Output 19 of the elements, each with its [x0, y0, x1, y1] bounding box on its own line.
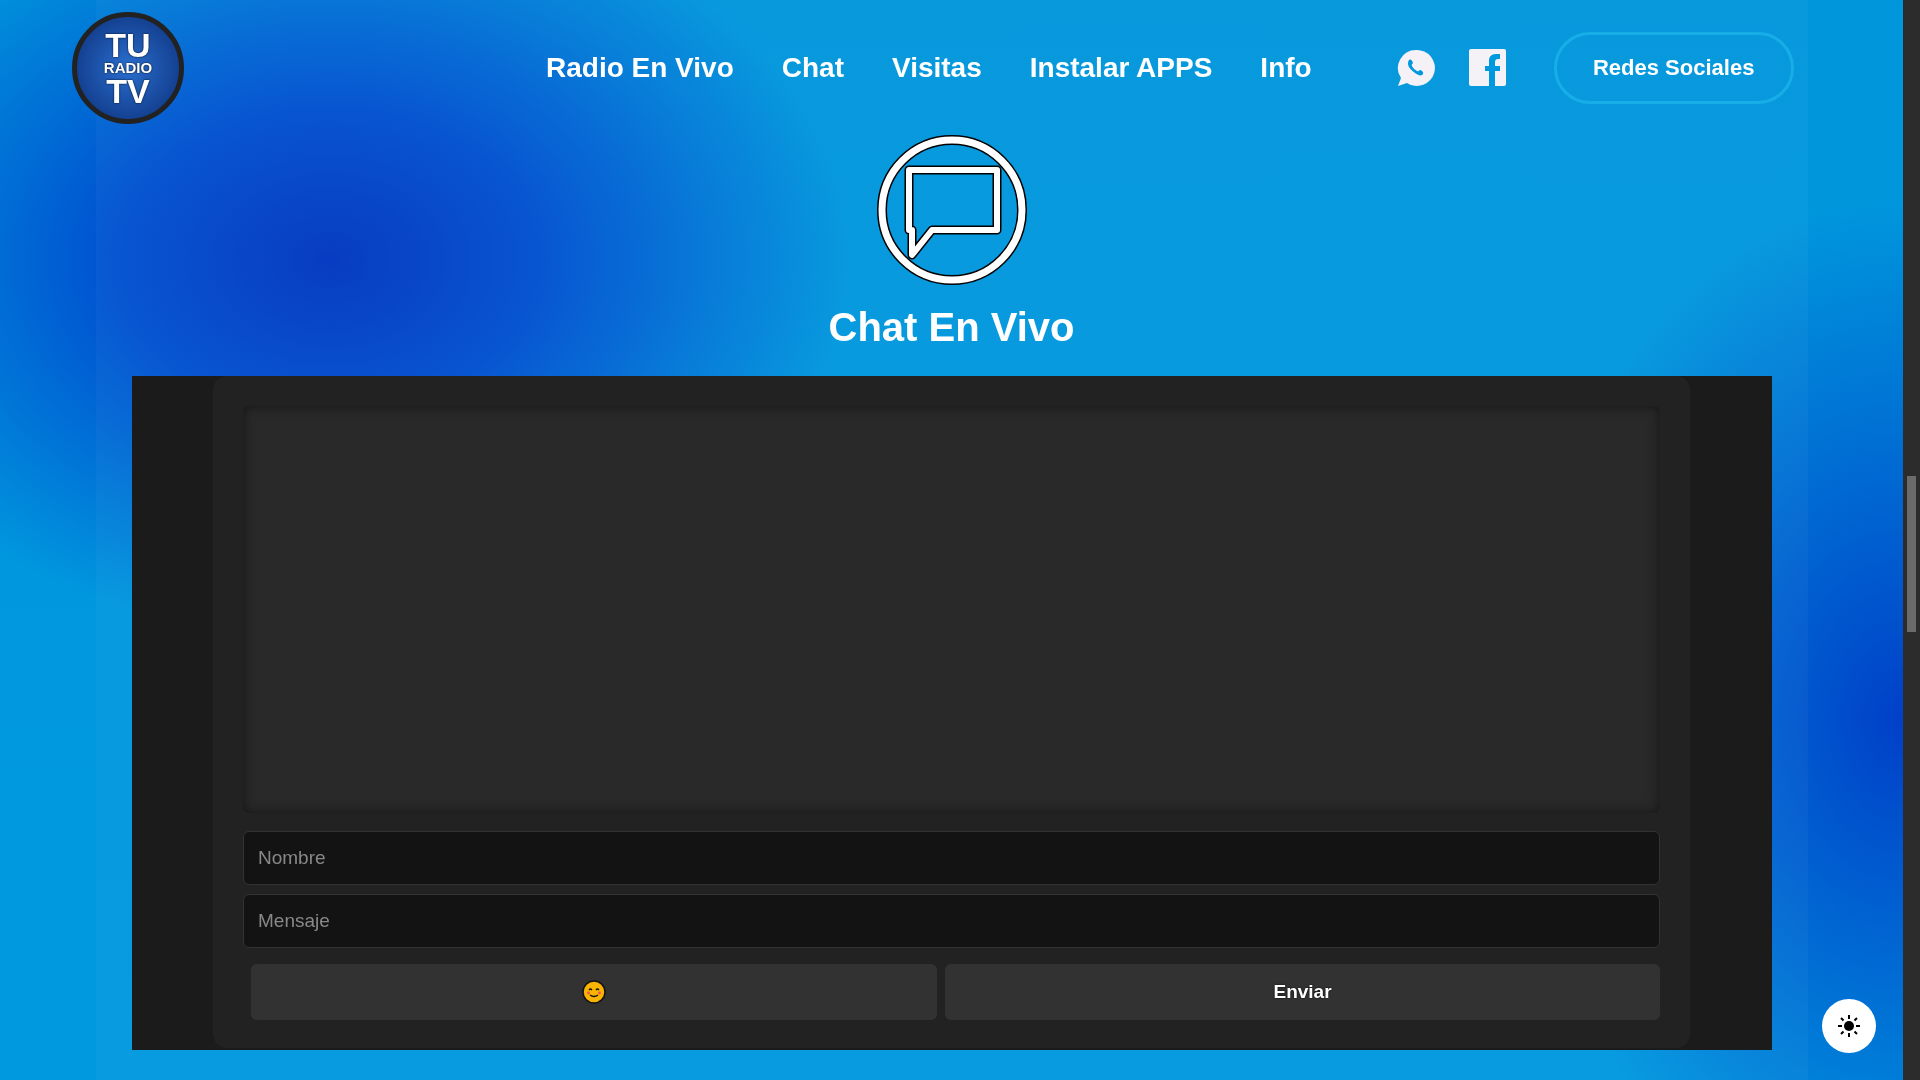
smiley-icon [582, 980, 606, 1004]
nav-link[interactable]: Visitas [892, 46, 982, 89]
nav-link[interactable]: Chat [781, 46, 844, 89]
logo[interactable]: TU RADIO TV [72, 11, 184, 124]
nav-link[interactable]: Instalar APPS [1029, 46, 1213, 89]
social-networks-button[interactable]: Redes Sociales [1553, 31, 1794, 104]
name-field[interactable]: Nombre [243, 831, 1660, 885]
sun-icon [1837, 1014, 1861, 1038]
send-button[interactable]: Enviar [945, 964, 1660, 1020]
facebook-icon[interactable] [1468, 49, 1506, 86]
theme-toggle-button[interactable] [1822, 999, 1876, 1053]
scrollbar-thumb[interactable] [1907, 476, 1916, 632]
section-title: Chat En Vivo [828, 304, 1075, 351]
chat-bubble-icon [876, 135, 1027, 285]
nav-link[interactable]: Radio En Vivo [546, 46, 734, 89]
nav-link[interactable]: Info [1260, 46, 1312, 89]
whatsapp-icon[interactable] [1395, 47, 1436, 88]
scrollbar[interactable] [1903, 0, 1920, 1080]
message-field[interactable]: Mensaje [243, 894, 1660, 948]
